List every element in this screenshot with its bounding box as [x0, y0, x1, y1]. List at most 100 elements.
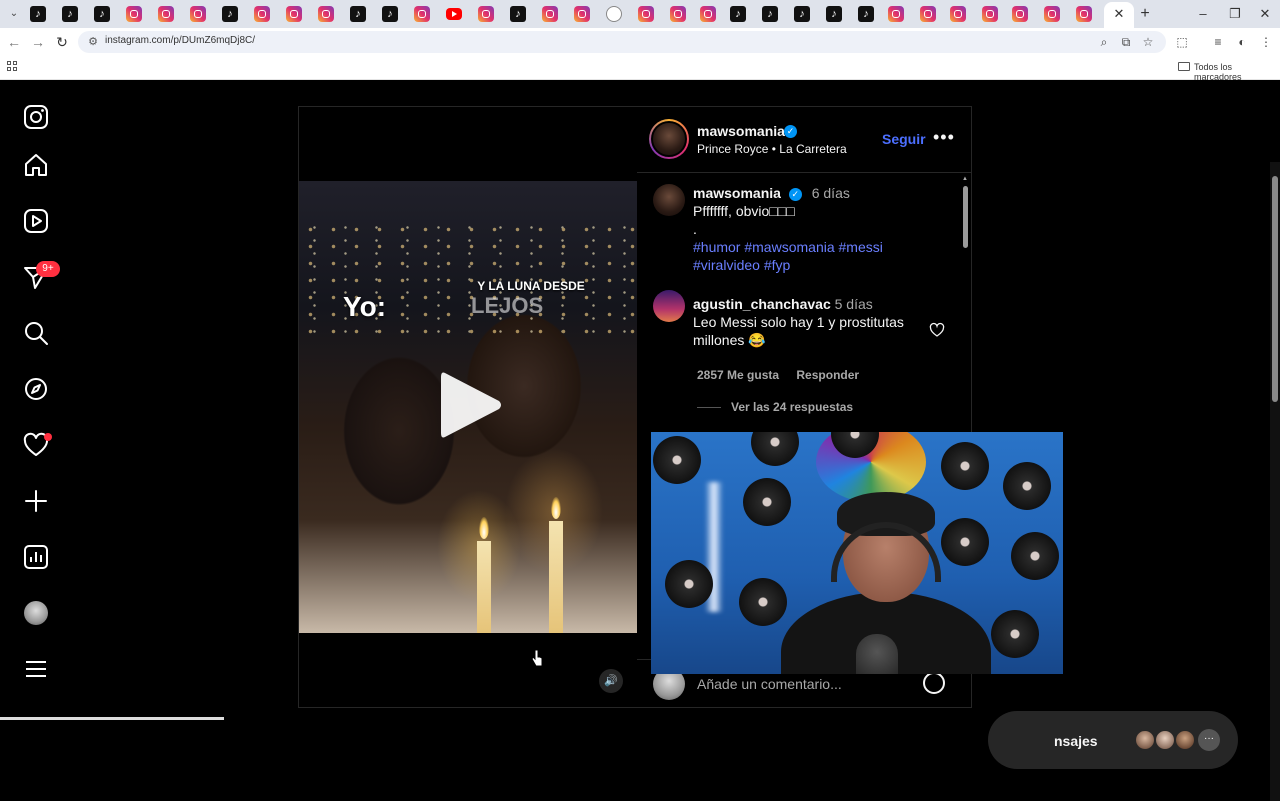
- tab-instagram[interactable]: [126, 6, 142, 22]
- instagram-logo-icon[interactable]: [22, 103, 50, 131]
- tab-instagram[interactable]: [638, 6, 654, 22]
- tab-instagram[interactable]: [158, 6, 174, 22]
- tab-instagram[interactable]: [542, 6, 558, 22]
- zoom-icon[interactable]: ⌕: [1096, 34, 1112, 50]
- tab-tiktok[interactable]: [350, 6, 366, 22]
- apps-grid-icon[interactable]: [7, 61, 19, 73]
- vinyl-record: [1003, 462, 1051, 510]
- emoji-icon[interactable]: [923, 672, 945, 694]
- scroll-up-icon[interactable]: ▲: [962, 176, 968, 182]
- author-username[interactable]: mawsomania: [697, 123, 785, 139]
- tab-instagram[interactable]: [190, 6, 206, 22]
- tab-tiktok[interactable]: [62, 6, 78, 22]
- comment-likes[interactable]: 2857 Me gusta: [697, 368, 779, 382]
- tab-instagram[interactable]: [1044, 6, 1060, 22]
- menu-icon[interactable]: ⋮: [1258, 34, 1274, 50]
- verified-badge-icon: ✓: [788, 187, 802, 201]
- candle-flame: [551, 497, 561, 519]
- tab-tiktok[interactable]: [94, 6, 110, 22]
- back-button[interactable]: ←: [4, 32, 24, 52]
- tab-instagram[interactable]: [478, 6, 494, 22]
- tab-instagram[interactable]: [414, 6, 430, 22]
- url-text[interactable]: instagram.com/p/DUmZ6mqDj8C/: [105, 35, 255, 46]
- like-comment-icon[interactable]: [929, 322, 945, 338]
- page-scrollbar[interactable]: [1270, 162, 1280, 801]
- scroll-thumb[interactable]: [963, 186, 968, 248]
- media-control-icon[interactable]: ≡: [1210, 34, 1226, 50]
- address-bar[interactable]: ⚙ instagram.com/p/DUmZ6mqDj8C/ ⌕ ⧉ ☆: [78, 31, 1166, 53]
- extensions-icon[interactable]: ⬚: [1174, 34, 1190, 50]
- tab-instagram[interactable]: [920, 6, 936, 22]
- reload-button[interactable]: ↻: [52, 32, 72, 52]
- browser-toolbar: ← → ↻ ⚙ instagram.com/p/DUmZ6mqDj8C/ ⌕ ⧉…: [0, 28, 1280, 56]
- comment-author[interactable]: agustin_chanchavac: [693, 296, 831, 312]
- comment: agustin_chanchavac 5 días Leo Messi solo…: [693, 295, 923, 349]
- caption-time[interactable]: 6 días: [812, 185, 850, 201]
- bookmark-star-icon[interactable]: ☆: [1140, 34, 1156, 50]
- volume-icon[interactable]: 🔊: [599, 669, 623, 693]
- tab-generic[interactable]: [606, 6, 622, 22]
- tab-tiktok[interactable]: [382, 6, 398, 22]
- tab-tiktok[interactable]: [826, 6, 842, 22]
- all-bookmarks-link[interactable]: Todos los marcadores: [1194, 62, 1280, 82]
- tab-instagram[interactable]: [982, 6, 998, 22]
- profile-icon[interactable]: ◐: [1234, 34, 1250, 50]
- audio-info[interactable]: Prince Royce • La Carretera: [697, 142, 847, 156]
- view-replies-button[interactable]: Ver las 24 respuestas: [731, 400, 853, 414]
- close-window-button[interactable]: ✕: [1250, 4, 1280, 24]
- minimize-button[interactable]: –: [1188, 4, 1218, 24]
- explore-icon[interactable]: [22, 375, 50, 403]
- tab-tiktok[interactable]: [794, 6, 810, 22]
- dashboard-icon[interactable]: [22, 543, 50, 571]
- tab-tiktok[interactable]: [222, 6, 238, 22]
- comment-input[interactable]: Añade un comentario...: [697, 676, 842, 692]
- message-avatar: [1154, 729, 1176, 751]
- tab-instagram[interactable]: [318, 6, 334, 22]
- commenter-avatar[interactable]: [653, 290, 685, 322]
- search-icon[interactable]: [22, 319, 50, 347]
- tab-youtube[interactable]: [446, 8, 462, 20]
- forward-button[interactable]: →: [28, 32, 48, 52]
- tab-instagram[interactable]: [574, 6, 590, 22]
- caption-hashtags[interactable]: #viralvideo #fyp: [693, 256, 943, 274]
- caption-author-avatar[interactable]: [653, 184, 685, 216]
- new-tab-button[interactable]: +: [1136, 5, 1154, 23]
- install-app-icon[interactable]: ⧉: [1118, 34, 1134, 50]
- home-icon[interactable]: [22, 151, 50, 179]
- caption: mawsomania ✓ 6 días Pfffffff, obvio□□□ .…: [693, 184, 943, 274]
- author-avatar[interactable]: [649, 119, 689, 159]
- tab-tiktok[interactable]: [858, 6, 874, 22]
- meme-text-left: Yo:: [343, 291, 387, 322]
- audio-track: La Carretera: [779, 142, 847, 156]
- tab-tiktok[interactable]: [730, 6, 746, 22]
- tab-search-dropdown[interactable]: ⌄: [6, 6, 22, 22]
- tab-tiktok[interactable]: [30, 6, 46, 22]
- page-scroll-thumb[interactable]: [1272, 176, 1278, 402]
- site-info-icon[interactable]: ⚙: [86, 35, 100, 49]
- more-options-button[interactable]: •••: [933, 127, 955, 148]
- tab-instagram[interactable]: [1076, 6, 1092, 22]
- tab-instagram[interactable]: [888, 6, 904, 22]
- tab-instagram[interactable]: [670, 6, 686, 22]
- tab-instagram[interactable]: [700, 6, 716, 22]
- vinyl-record: [941, 442, 989, 490]
- tab-tiktok[interactable]: [510, 6, 526, 22]
- create-icon[interactable]: [22, 487, 50, 515]
- tab-instagram[interactable]: [286, 6, 302, 22]
- video-player[interactable]: Yo: Y LA LUNA DESDE LEJOS 🔊: [299, 107, 637, 707]
- caption-hashtags[interactable]: #humor #mawsomania #messi: [693, 238, 943, 256]
- follow-button[interactable]: Seguir: [882, 131, 926, 147]
- comment-time[interactable]: 5 días: [835, 296, 873, 312]
- profile-avatar[interactable]: [24, 601, 48, 625]
- caption-author[interactable]: mawsomania: [693, 185, 781, 201]
- tab-instagram[interactable]: [254, 6, 270, 22]
- reels-icon[interactable]: [22, 207, 50, 235]
- tab-instagram[interactable]: [1012, 6, 1028, 22]
- play-icon[interactable]: [439, 369, 503, 441]
- tab-tiktok[interactable]: [762, 6, 778, 22]
- active-tab-close-button[interactable]: ✕: [1104, 2, 1134, 28]
- maximize-button[interactable]: ❐: [1220, 4, 1250, 24]
- reply-button[interactable]: Responder: [796, 368, 859, 382]
- tab-instagram[interactable]: [950, 6, 966, 22]
- more-menu-icon[interactable]: [22, 655, 50, 683]
